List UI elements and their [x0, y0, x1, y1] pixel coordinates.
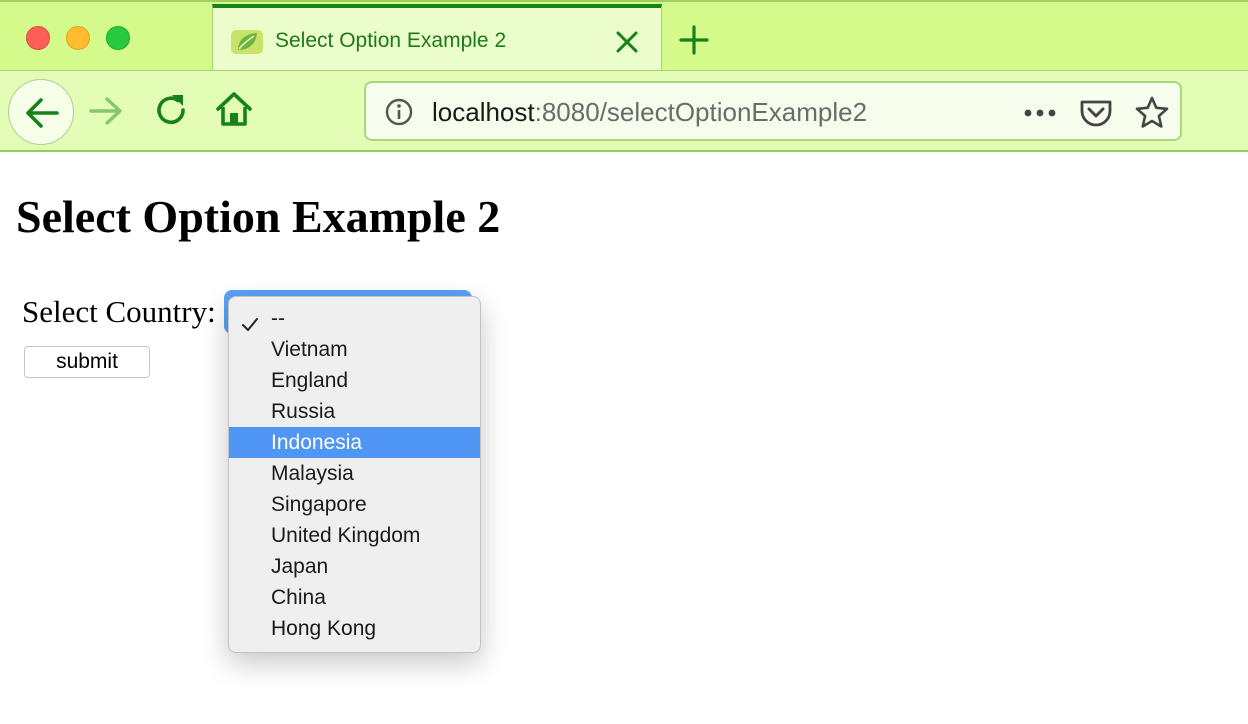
- dropdown-option-label: Hong Kong: [271, 617, 377, 640]
- submit-button[interactable]: submit: [24, 346, 150, 378]
- dropdown-option-label: Russia: [271, 400, 336, 423]
- tab-strip: Select Option Example 2: [0, 0, 1248, 72]
- url-text[interactable]: localhost:8080/selectOptionExample2: [432, 97, 867, 128]
- minimize-window-button[interactable]: [66, 26, 90, 50]
- dropdown-option-label: Malaysia: [271, 462, 354, 485]
- dropdown-option-label: China: [271, 586, 326, 609]
- dropdown-option[interactable]: Russia: [229, 396, 480, 427]
- back-button[interactable]: [8, 79, 74, 145]
- info-icon[interactable]: [384, 97, 414, 127]
- reload-icon: [157, 95, 185, 125]
- plus-icon[interactable]: [678, 24, 710, 56]
- dropdown-option[interactable]: England: [229, 365, 480, 396]
- tab-title: Select Option Example 2: [275, 29, 507, 52]
- tab-select-option-example[interactable]: Select Option Example 2: [212, 4, 662, 72]
- forward-button[interactable]: [88, 93, 124, 129]
- address-bar[interactable]: localhost:8080/selectOptionExample2: [364, 81, 1182, 141]
- forward-arrow-icon: [89, 97, 122, 125]
- dropdown-option[interactable]: Indonesia: [229, 427, 480, 458]
- close-icon[interactable]: [613, 28, 641, 56]
- dropdown-option[interactable]: Malaysia: [229, 458, 480, 489]
- dropdown-option-label: --: [271, 307, 285, 330]
- spring-leaf-icon: [231, 28, 263, 56]
- dropdown-option[interactable]: Singapore: [229, 489, 480, 520]
- dropdown-option[interactable]: China: [229, 582, 480, 613]
- navigation-toolbar: localhost:8080/selectOptionExample2: [0, 70, 1248, 152]
- dropdown-option-label: United Kingdom: [271, 524, 421, 547]
- country-dropdown-menu: -- Vietnam England Russia Indonesia Malaysia S…: [228, 296, 481, 653]
- dropdown-option-label: Indonesia: [271, 431, 363, 454]
- dropdown-option[interactable]: Japan: [229, 551, 480, 582]
- dropdown-option[interactable]: --: [229, 303, 480, 334]
- zoom-window-button[interactable]: [106, 26, 130, 50]
- reload-button[interactable]: [152, 91, 190, 129]
- dropdown-option-label: Singapore: [271, 493, 367, 516]
- star-icon[interactable]: [1134, 95, 1170, 131]
- page-title: Select Option Example 2: [16, 191, 501, 242]
- ellipsis-icon[interactable]: [1020, 101, 1060, 125]
- home-button[interactable]: [214, 89, 254, 129]
- back-arrow-icon: [26, 98, 59, 128]
- home-icon: [216, 92, 252, 126]
- close-window-button[interactable]: [26, 26, 50, 50]
- dropdown-option[interactable]: Hong Kong: [229, 613, 480, 644]
- checkmark-icon: [241, 311, 259, 331]
- dropdown-option[interactable]: United Kingdom: [229, 520, 480, 551]
- dropdown-option-label: Vietnam: [271, 338, 348, 361]
- pocket-icon[interactable]: [1078, 95, 1114, 131]
- url-host: localhost: [432, 97, 535, 127]
- dropdown-option[interactable]: Vietnam: [229, 334, 480, 365]
- dropdown-option-label: England: [271, 369, 349, 392]
- url-path: :8080/selectOptionExample2: [534, 97, 868, 127]
- country-label: Select Country:: [22, 294, 216, 329]
- dropdown-option-label: Japan: [271, 555, 329, 578]
